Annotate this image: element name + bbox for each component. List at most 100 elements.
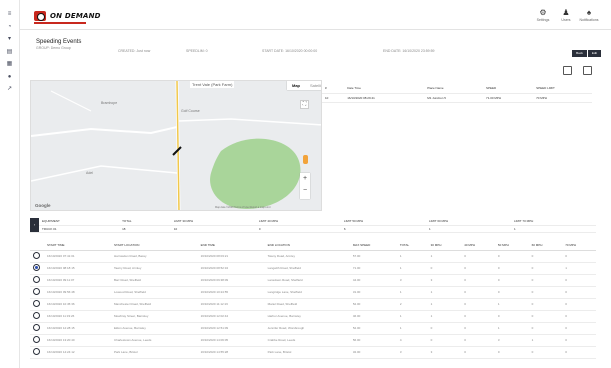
pin-icon[interactable]: ● [6,74,13,80]
gears-icon: ⚙ [539,8,547,17]
export-icon[interactable] [583,66,592,75]
table-row[interactable]: 16/10/2020 14:24:12 Park Lane, Bristol 16/… [30,346,596,359]
print-icon[interactable] [563,66,572,75]
select-cell [30,334,44,347]
map-canvas [31,81,321,210]
row-radio[interactable] [33,348,40,355]
table-row[interactable]: 10 16/10/2020 08:29:41 M1 Junction 5 71.… [322,93,592,103]
cell: 1 [494,298,529,311]
row-radio[interactable] [33,288,40,295]
select-cell [30,322,44,335]
edit-button[interactable]: Edit [587,50,601,57]
notifications-button[interactable]: ♠ Notifications [578,8,600,22]
row-radio[interactable] [33,264,40,271]
cell: 0 [461,274,495,287]
tab-satellite[interactable]: Satellite [305,81,321,90]
cell: 0 [528,298,563,311]
cell: 6 [340,225,426,233]
cell: Barr Road, Sheffield [111,274,198,287]
cell: Tawny Road, Armley [264,250,350,263]
table-row[interactable]: 16/10/2020 11:33:26 Mowbray Street, Barns… [30,310,596,323]
minor-road [50,90,92,112]
cell: 16/10/2020 09:11:07 [44,274,112,287]
top-bar: ON DEMAND ⚙ Settings ♟ Users ♠ Notificat… [20,0,611,30]
card-actions: Back Edit [572,50,601,57]
cell: 0 [427,322,462,335]
street-view-icon[interactable] [303,155,308,164]
row-radio[interactable] [33,276,40,283]
cell: Eldon Avenue, Barnsley [111,322,198,335]
cell: 0 [562,334,596,347]
cell: 0 [494,286,529,299]
table-row[interactable]: TRUCK 01 18 10 0 6 1 1 [30,225,596,233]
cell: Crabbe Road, Leeds [264,334,350,347]
map-place-label: Golf Course [181,109,200,113]
map-view[interactable]: Trent Vale (Park Farm) Map Satellite Bra… [30,80,322,211]
zoom-out-button[interactable]: − [300,185,310,197]
select-cell [30,286,44,299]
report-icon[interactable]: ▦ [6,61,13,67]
bell-icon: ♠ [586,8,592,17]
col-limit40: LIMIT 40 MPH [255,218,341,226]
cell: 10 [322,93,345,103]
col-start-time: START TIME [44,241,112,251]
table-row[interactable]: 16/10/2020 09:11:07 Barr Road, Sheffield 1… [30,274,596,287]
cell: 3 [396,274,428,287]
table-header: START TIME START LOCATION END TIME END L… [30,241,596,251]
row-radio[interactable] [33,336,40,343]
cell: 71.00 [349,262,397,275]
table-row[interactable]: 16/10/2020 09:56:48 Lowood Road, Sheffiel… [30,286,596,299]
cell: 0 [461,250,495,263]
cell: TRUCK 01 [39,225,120,233]
map-place-label: Adel [86,171,94,175]
zoom-in-button[interactable]: + [300,173,310,185]
cell: 0 [494,310,529,323]
back-button[interactable]: Back [572,50,587,57]
menu-icon[interactable]: ≡ [6,11,13,17]
zoom-control: + − [300,173,310,199]
table-row[interactable]: 16/10/2020 13:20:40 Charlestown Avenue, L… [30,334,596,347]
cell: 1 [528,334,563,347]
cell: Lansdown Road, Sheffield [264,274,350,287]
gauge-icon[interactable]: ◔ [6,24,13,30]
users-button[interactable]: ♟ Users [555,8,577,22]
cell: M1 Junction 5 [424,93,484,103]
table-row[interactable]: 16/10/2020 08:18:15 Tawny Road, Armley 16/… [30,262,596,275]
col-50: 50 MPH [494,241,529,251]
col-max-speed: MAX SPEED [349,241,397,251]
row-radio[interactable] [33,300,40,307]
col-speed: SPEED [483,84,534,94]
cell: 16/10/2020 11:12:16 [197,298,265,311]
col-limit70: LIMIT 70 MPH [510,218,596,226]
tool-icon[interactable]: ↗ [6,86,13,92]
select-cell [30,274,44,287]
map-icon[interactable]: ▤ [6,49,13,55]
cell: 1 [510,225,596,233]
summary-table: ‹ EQUIPMENT TOTAL LIMIT 30 MPH LIMIT 40 … [30,218,596,233]
fullscreen-icon[interactable]: ⛶ [300,100,309,109]
logo-underline [34,22,86,24]
cell: 16/10/2020 08:52:34 [197,262,265,275]
cell: 10 [170,225,256,233]
logo: ON DEMAND [34,10,101,22]
cell: 0 [461,346,495,359]
row-radio[interactable] [33,312,40,319]
col-30: 30 MPH [427,241,462,251]
cell: 0 [427,334,462,347]
cell: 0 [562,322,596,335]
row-radio[interactable] [33,252,40,259]
collapse-button[interactable]: ‹ [30,218,39,233]
table-row[interactable]: 16/10/2020 10:45:36 Manchester Road, Shef… [30,298,596,311]
cell: Tawny Road, Armley [111,262,198,275]
cell: 0 [494,250,529,263]
cell: 3 [427,274,462,287]
side-road [31,165,178,182]
tab-map[interactable]: Map [287,81,305,90]
table-row[interactable]: 16/10/2020 07:41:01 Harrowden Road, Bassy… [30,250,596,263]
table-row[interactable]: 16/10/2020 12:28:15 Eldon Avenue, Barnsle… [30,322,596,335]
page-title: Speeding Events [36,39,82,45]
settings-button[interactable]: ⚙ Settings [532,8,554,22]
filter-icon[interactable]: ▾ [6,36,13,42]
cell: 18 [119,225,171,233]
row-radio[interactable] [33,324,40,331]
